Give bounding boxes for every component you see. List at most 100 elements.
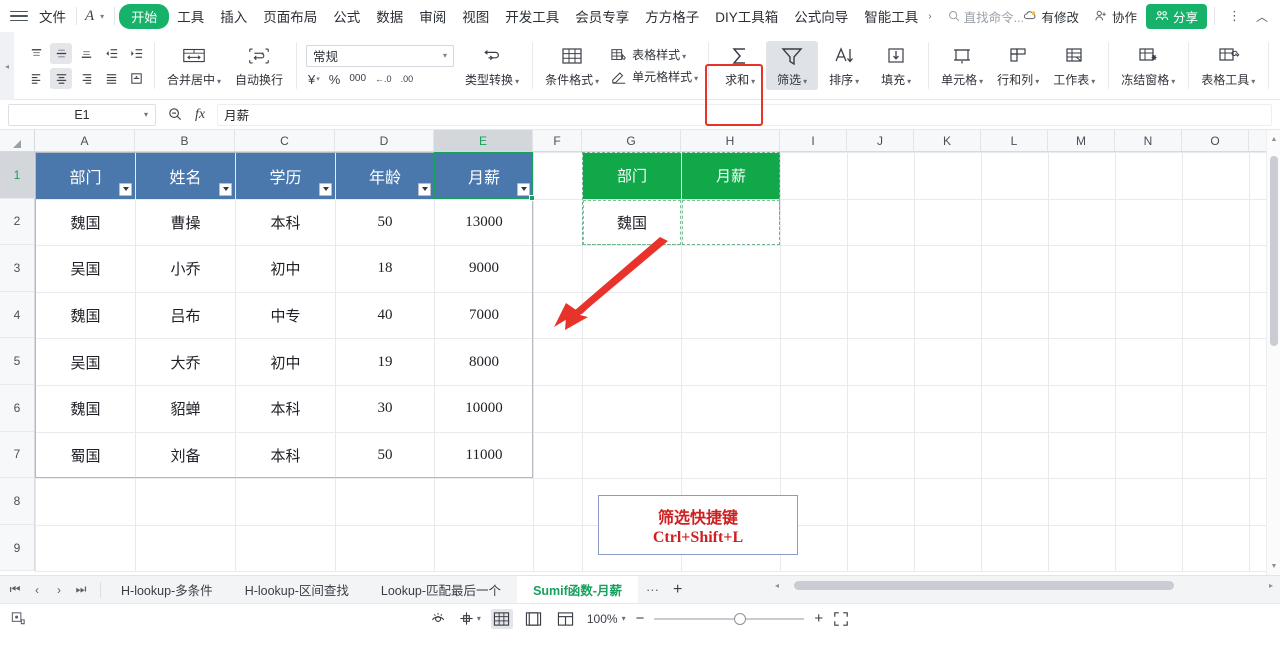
table-header-cell[interactable]: 年龄 [336, 153, 434, 199]
table-cell[interactable]: 本科 [236, 386, 335, 432]
col-header-O[interactable]: O [1182, 130, 1249, 151]
sheet-nav-next-icon[interactable]: › [48, 579, 70, 601]
increase-decimal-button[interactable]: ←.0 [375, 74, 392, 84]
filter-button[interactable]: 筛选 ▾ [766, 41, 819, 90]
command-search[interactable]: 直找命令... [948, 7, 1024, 26]
row-header-7[interactable]: 7 [0, 432, 34, 479]
cell-button[interactable]: 单元格 ▾ [934, 41, 990, 90]
add-sheet-icon[interactable]: + [667, 581, 688, 599]
collaborate-button[interactable]: 协作 [1088, 4, 1143, 29]
table-cell[interactable]: 中专 [236, 292, 335, 339]
zoom-level[interactable]: 100% ▾ [587, 612, 626, 626]
tab-developer[interactable]: 开发工具 [497, 2, 567, 30]
align-bottom-icon[interactable] [75, 43, 97, 64]
sheet-tab-sumif-salary[interactable]: Sumif函数-月薪 [517, 575, 638, 604]
has-modification-button[interactable]: 有修改 [1017, 4, 1085, 29]
table-cell[interactable]: 魏国 [36, 386, 135, 432]
fullscreen-icon[interactable] [833, 611, 849, 627]
menu-overflow-arrow[interactable]: › [926, 11, 933, 22]
merge-center-button[interactable]: 合并居中 ▾ [160, 41, 228, 90]
table-header-cell[interactable]: 姓名 [136, 153, 235, 199]
col-header-I[interactable]: I [780, 130, 847, 151]
col-header-L[interactable]: L [981, 130, 1048, 151]
find-button[interactable]: 查找▾ [1274, 41, 1280, 90]
zoom-in-button[interactable]: + [814, 610, 823, 627]
select-all-corner[interactable] [0, 130, 35, 151]
table-cell[interactable]: 吴国 [36, 339, 135, 385]
font-style-icon[interactable]: A [81, 8, 98, 25]
table-cell[interactable]: 30 [336, 386, 434, 432]
scroll-down-icon[interactable]: ▼ [1267, 559, 1280, 573]
increase-indent-icon[interactable] [125, 43, 147, 64]
tab-formula[interactable]: 公式 [325, 2, 368, 30]
sheet-nav-prev-icon[interactable]: ‹ [26, 579, 48, 601]
zoom-out-button[interactable]: − [636, 610, 645, 627]
table-header-cell[interactable]: 部门 [36, 153, 135, 199]
table-cell[interactable]: 本科 [236, 199, 335, 246]
row-header-4[interactable]: 4 [0, 292, 34, 339]
table-cell[interactable]: 18 [336, 246, 434, 292]
horizontal-scrollbar[interactable]: ◂ ▸ [772, 581, 1276, 590]
hscroll-thumb[interactable] [793, 581, 1174, 590]
col-header-K[interactable]: K [914, 130, 981, 151]
eye-icon[interactable] [431, 610, 448, 627]
col-header-N[interactable]: N [1115, 130, 1182, 151]
filter-dropdown-icon[interactable] [319, 182, 332, 196]
sheet-tab-hlookup-multi[interactable]: H-lookup-多条件 [105, 576, 229, 604]
sheet-tab-lookup-last[interactable]: Lookup-匹配最后一个 [365, 576, 517, 604]
view-page-break-button[interactable] [555, 609, 577, 629]
collapse-ribbon-icon[interactable]: ︿ [1250, 8, 1274, 25]
sheet-more-icon[interactable]: ··· [638, 582, 667, 597]
tab-start[interactable]: 开始 [119, 3, 170, 29]
table-cell[interactable]: 魏国 [36, 292, 135, 339]
fill-handle[interactable] [529, 194, 535, 201]
cell-style-button[interactable]: 单元格样式 ▾ [606, 67, 702, 86]
ribbon-collapse-handle[interactable]: ◂ [0, 32, 14, 100]
view-page-button[interactable] [523, 609, 545, 629]
tab-page-layout[interactable]: 页面布局 [255, 2, 325, 30]
crosshair-icon[interactable] [458, 610, 475, 627]
menu-file[interactable]: 文件 [33, 3, 72, 29]
table-cell[interactable]: 50 [336, 199, 434, 246]
sheet-nav-last-icon[interactable]: ⏭ [70, 579, 92, 601]
tab-member[interactable]: 会员专享 [567, 2, 637, 30]
align-justify-icon[interactable] [100, 68, 122, 89]
row-header-1[interactable]: 1 [0, 152, 34, 199]
share-button[interactable]: 分享 [1145, 3, 1207, 29]
tab-smart-tools[interactable]: 智能工具 [856, 2, 926, 30]
table-tools-button[interactable]: 表格工具 ▾ [1194, 41, 1262, 90]
table-cell[interactable]: 11000 [435, 432, 533, 479]
percent-format-button[interactable]: % [329, 72, 341, 87]
table-cell[interactable]: 小乔 [136, 246, 235, 292]
col-header-E[interactable]: E [434, 130, 533, 151]
col-header-D[interactable]: D [335, 130, 434, 151]
worksheet-button[interactable]: 工作表 ▾ [1046, 41, 1102, 90]
table-cell[interactable]: 8000 [435, 339, 533, 385]
lookup-data-cell[interactable] [682, 199, 780, 246]
col-header-J[interactable]: J [847, 130, 914, 151]
vertical-scrollbar[interactable]: ▲ ▼ [1266, 130, 1280, 575]
table-cell[interactable]: 13000 [435, 199, 533, 246]
lookup-header-cell[interactable]: 部门 [583, 153, 681, 199]
lookup-header-cell[interactable]: 月薪 [682, 153, 780, 199]
table-cell[interactable]: 蜀国 [36, 432, 135, 479]
view-normal-button[interactable] [490, 608, 513, 629]
align-right-icon[interactable] [75, 68, 97, 89]
row-header-9[interactable]: 9 [0, 525, 34, 572]
tab-fangfanggezi[interactable]: 方方格子 [637, 2, 707, 30]
table-cell[interactable]: 19 [336, 339, 434, 385]
table-style-button[interactable]: 表格样式 ▾ [606, 45, 702, 64]
table-cell[interactable]: 初中 [236, 339, 335, 385]
table-cell[interactable]: 曹操 [136, 199, 235, 246]
tab-diy-toolbox[interactable]: DIY工具箱 [707, 2, 786, 30]
filter-dropdown-icon[interactable] [119, 182, 132, 196]
col-header-B[interactable]: B [135, 130, 235, 151]
hscroll-right-icon[interactable]: ▸ [1266, 581, 1276, 590]
hscroll-track[interactable] [783, 581, 1264, 590]
col-header-F[interactable]: F [533, 130, 582, 151]
comma-format-button[interactable]: 000 [349, 74, 366, 84]
table-header-cell[interactable]: 学历 [236, 153, 335, 199]
col-header-M[interactable]: M [1048, 130, 1115, 151]
row-header-2[interactable]: 2 [0, 199, 34, 246]
name-box[interactable]: E1 ▾ [8, 103, 156, 126]
